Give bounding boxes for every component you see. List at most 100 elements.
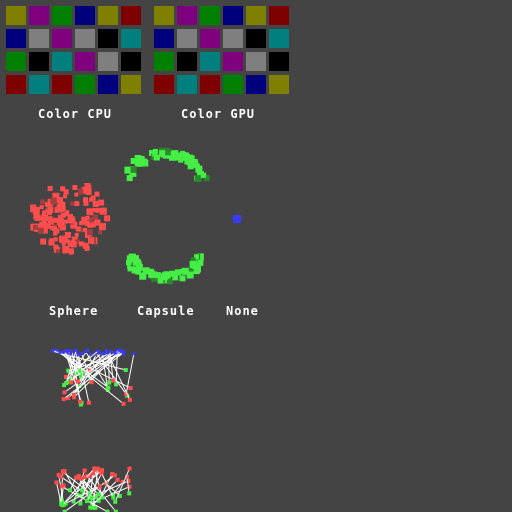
trail-tail [80,488,85,493]
trail-head [51,349,55,353]
sphere-particle [39,205,44,210]
trail-tail [127,491,132,496]
sphere-particle [70,201,74,206]
capsule-particle [172,274,179,281]
trail-tail [62,390,67,395]
trail-tail [96,492,101,497]
trail-tail [113,499,118,504]
trail-tail [111,495,116,500]
capsule-particle [189,260,197,268]
capsule-particle [201,172,207,178]
sphere-particle [40,238,47,245]
sphere-particle [98,199,105,206]
sphere-particle [90,195,96,201]
trail-head [110,350,114,354]
sphere-particle [63,189,69,195]
sphere-particle [98,230,103,235]
sphere-particle [86,184,92,190]
trail-head [89,352,93,356]
sphere-particle [56,204,64,212]
sphere-particle [74,192,79,197]
capsule-particle [134,260,140,265]
trail-head [70,349,74,353]
trail-head [66,349,70,353]
trail-head [69,352,73,356]
trail-head [82,475,87,479]
sphere-particle [86,208,94,216]
trail-head [97,484,102,489]
sphere-particle [37,227,44,234]
sphere-particle [42,210,47,215]
sphere-particle [70,241,77,248]
trail-tail [106,385,111,390]
trail-head [119,349,123,353]
sphere-particle [65,210,70,215]
trail-line [107,353,110,383]
sphere-particle [50,197,58,205]
trail-head [59,474,63,479]
sphere-particle [104,215,111,222]
sphere-particle [88,237,94,244]
trail-head [61,470,66,475]
sphere-particle [40,199,46,205]
sphere-particle [68,249,74,255]
trail-head [80,352,84,355]
trail-head [121,352,125,356]
none-particle [233,215,241,223]
sphere-particle [47,207,54,214]
sphere-particle [80,220,85,225]
trail-tail [68,488,72,493]
capsule-particle [187,158,194,165]
sphere-particle [83,197,88,203]
capsule-particle [179,275,186,282]
particle-scene [30,147,241,512]
sphere-particle [56,249,60,254]
capsule-particle [194,163,200,169]
trail-tail [60,503,65,508]
trail-head [110,472,115,476]
sphere-particle [53,237,58,242]
sphere-particle [86,229,93,236]
capsule-particle [154,154,160,160]
capsule-particle [159,150,166,157]
capsule-particle [126,175,133,182]
trail-tail [88,505,93,510]
trail-tail [71,395,76,400]
sphere-particle [95,207,101,213]
sphere-particle [83,227,87,232]
sphere-particle [63,194,68,199]
sphere-particle [92,200,99,207]
trail-line [70,353,72,383]
sphere-particle [57,197,63,204]
capsule-particle [163,272,170,278]
trail-head [132,352,136,356]
capsule-particle [193,268,200,275]
capsule-particle [195,175,201,181]
trail-head [74,348,78,352]
trail-head [115,477,120,482]
sphere-particle [93,214,98,220]
trail-tail [69,380,74,385]
trail-tail [64,381,69,386]
trail-head [100,351,103,355]
trail-head [99,470,104,475]
trail-tail [111,378,116,383]
capsule-particle [154,272,161,279]
trail-tail [123,368,128,372]
capsule-particle [126,255,133,262]
sphere-particle [47,186,53,191]
sphere-particle [65,239,70,244]
trail-head [59,484,64,489]
sphere-particle [84,220,90,226]
trail-tail [127,397,132,402]
capsule-particle [130,166,137,173]
sphere-particle [72,185,78,190]
sphere-particle [30,208,35,213]
trail-head [127,466,132,471]
capsule-particle [180,150,185,156]
trail-head [76,353,80,357]
trail-head [55,348,59,352]
trail-head [84,350,88,354]
trail-head [58,350,62,354]
sphere-particle [78,188,85,195]
